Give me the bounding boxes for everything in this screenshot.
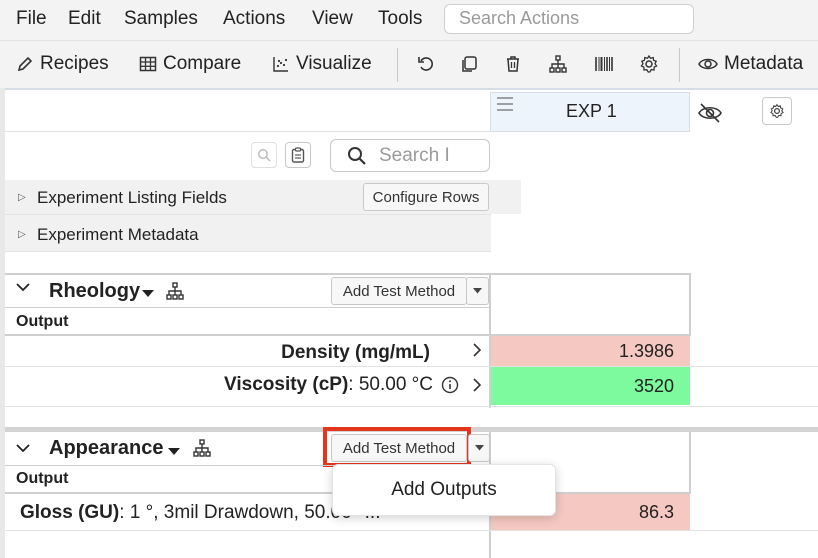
- add-test-method-dropdown[interactable]: [466, 277, 489, 305]
- add-outputs-option[interactable]: Add Outputs: [391, 479, 497, 501]
- search-icon: [348, 146, 366, 165]
- header-divider: [5, 131, 490, 132]
- compare-label: Compare: [163, 53, 242, 74]
- hierarchy-icon[interactable]: [165, 281, 185, 306]
- property-name: Viscosity (cP): [224, 374, 349, 395]
- metadata-label: Metadata: [724, 53, 804, 74]
- metadata-button[interactable]: Metadata: [698, 51, 803, 77]
- hide-column-icon[interactable]: [697, 100, 723, 126]
- grid-top-border: [5, 88, 818, 90]
- drag-handle-icon[interactable]: [497, 97, 513, 115]
- row-divider: [5, 530, 818, 531]
- compare-button[interactable]: Compare: [139, 51, 241, 77]
- trash-icon[interactable]: [502, 53, 524, 75]
- configure-rows-button[interactable]: Configure Rows: [363, 183, 489, 211]
- caret-down-icon[interactable]: [142, 285, 154, 303]
- expand-triangle-icon[interactable]: ▷: [18, 229, 26, 240]
- scatter-plot-icon: [273, 57, 288, 72]
- property-condition: : 50.00 °C: [348, 374, 433, 395]
- find-button[interactable]: [251, 142, 277, 168]
- menu-edit[interactable]: Edit: [68, 8, 101, 30]
- toolbar: [0, 40, 818, 88]
- output-header: Output: [16, 313, 69, 330]
- hierarchy-icon[interactable]: [547, 53, 569, 75]
- add-test-method-dropdown[interactable]: [468, 434, 490, 462]
- row-divider: [5, 307, 490, 308]
- toolbar-divider: [397, 48, 398, 82]
- column-settings-button[interactable]: [762, 97, 792, 125]
- property-label: Viscosity (cP): 50.00 °C: [5, 374, 433, 396]
- property-label: Density (mg/mL): [5, 336, 430, 364]
- chevron-right-icon[interactable]: [472, 342, 482, 363]
- copy-icon[interactable]: [458, 53, 480, 75]
- section-border: [689, 432, 691, 494]
- property-name: Gloss (GU): [20, 502, 120, 523]
- caret-down-icon: [473, 288, 482, 294]
- search-icon: [258, 149, 271, 162]
- caret-down-icon: [474, 445, 484, 451]
- section-border: [689, 273, 691, 335]
- output-header: Output: [16, 470, 69, 487]
- barcode-icon[interactable]: [593, 53, 615, 75]
- visualize-button[interactable]: Visualize: [272, 51, 372, 77]
- caret-down-icon[interactable]: [168, 443, 180, 461]
- toolbar-divider: [679, 48, 680, 82]
- undo-icon[interactable]: [415, 53, 437, 75]
- menu-file[interactable]: File: [16, 8, 47, 30]
- experiment-listing-fields-label: Experiment Listing Fields: [37, 188, 227, 207]
- section-title-appearance[interactable]: Appearance: [49, 437, 164, 460]
- add-test-method-button[interactable]: Add Test Method: [331, 277, 467, 305]
- grid-search-placeholder: Search I: [379, 144, 450, 166]
- section-border: [5, 273, 691, 275]
- menu-tools[interactable]: Tools: [378, 8, 422, 30]
- menu-view[interactable]: View: [312, 8, 353, 30]
- chevron-right-icon[interactable]: [472, 377, 482, 398]
- grid-search-input[interactable]: Search I: [330, 139, 490, 172]
- menu-actions[interactable]: Actions: [223, 8, 285, 30]
- eye-icon: [698, 58, 718, 70]
- add-test-method-menu: Add Outputs: [332, 464, 556, 516]
- clipboard-button[interactable]: [285, 142, 311, 168]
- hierarchy-icon[interactable]: [192, 438, 212, 463]
- gear-icon[interactable]: [638, 53, 660, 75]
- gear-icon: [770, 103, 784, 118]
- table-icon: [139, 56, 157, 72]
- menu-samples[interactable]: Samples: [124, 8, 198, 30]
- section-title-rheology[interactable]: Rheology: [49, 280, 140, 303]
- grid-left-border: [0, 88, 5, 558]
- experiment-metadata-label: Experiment Metadata: [37, 225, 199, 244]
- exp-column-title: EXP 1: [566, 101, 617, 121]
- info-icon[interactable]: [441, 376, 459, 399]
- collapse-chevron-icon[interactable]: [16, 280, 30, 299]
- recipes-button[interactable]: Recipes: [16, 51, 109, 77]
- clipboard-icon: [291, 147, 305, 163]
- value-cell[interactable]: 3520: [491, 367, 690, 405]
- pencil-icon: [17, 56, 33, 72]
- search-actions-input[interactable]: Search Actions: [444, 4, 694, 34]
- property-name: Density (mg/mL): [281, 342, 430, 363]
- add-test-method-button[interactable]: Add Test Method: [331, 434, 467, 462]
- recipes-label: Recipes: [40, 53, 109, 74]
- visualize-label: Visualize: [296, 53, 372, 74]
- collapse-chevron-icon[interactable]: [16, 441, 30, 460]
- expand-triangle-icon[interactable]: ▷: [18, 192, 26, 203]
- value-cell[interactable]: 1.3986: [491, 336, 690, 366]
- row-divider: [5, 406, 818, 407]
